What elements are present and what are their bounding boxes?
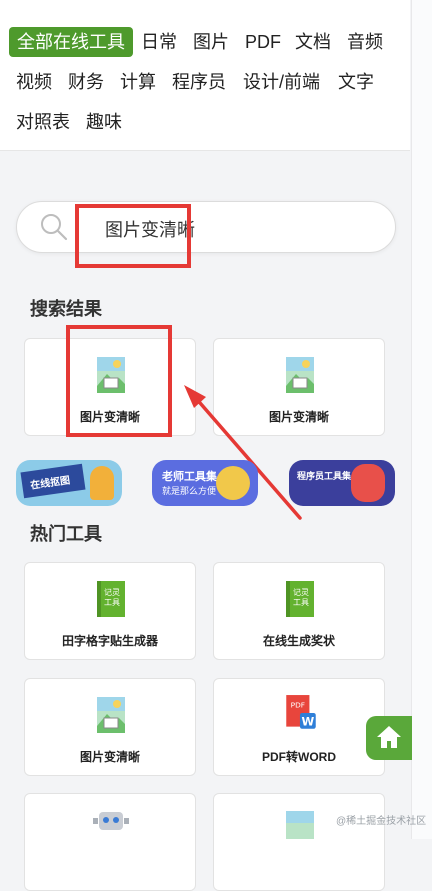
person-illustration-icon (90, 466, 114, 500)
pdf-word-icon: PDF W (286, 695, 316, 729)
home-icon (377, 726, 401, 748)
watermark: @稀土掘金技术社区 (336, 816, 427, 827)
banner-cutout[interactable]: 在线抠图 (16, 460, 122, 506)
svg-text:记灵: 记灵 (104, 588, 120, 597)
hot-card-label: PDF转WORD (262, 750, 336, 764)
image-file-icon (286, 811, 314, 839)
hot-card-label: 图片变清晰 (79, 750, 140, 764)
svg-text:PDF: PDF (291, 701, 305, 710)
robot-icon (93, 812, 129, 830)
svg-text:工具: 工具 (104, 598, 120, 607)
nav-item-daily[interactable]: 日常 (141, 30, 177, 54)
notebook-icon: 记灵 工具 (97, 581, 125, 617)
nav-item-image[interactable]: 图片 (193, 30, 229, 54)
hot-card-6[interactable] (213, 793, 385, 891)
nav-item-pdf[interactable]: PDF (245, 30, 281, 54)
svg-text:工具: 工具 (293, 598, 309, 607)
banner-teacher-subtitle: 就是那么方便 (162, 486, 217, 496)
home-button[interactable] (366, 716, 412, 760)
result-card-2[interactable]: 图片变清晰 (213, 338, 385, 436)
nav-item-audio[interactable]: 音频 (347, 30, 383, 54)
category-nav: 全部在线工具 日常 图片 PDF 文档 音频 视频 财务 计算 程序员 设计/前… (0, 0, 410, 151)
hot-card-label: 在线生成奖状 (262, 634, 335, 648)
nav-item-finance[interactable]: 财务 (68, 70, 104, 94)
hot-card-3[interactable]: 图片变清晰 (24, 678, 196, 776)
highlight-box-result (66, 325, 172, 437)
nav-item-fun[interactable]: 趣味 (86, 110, 122, 134)
svg-text:记灵: 记灵 (293, 588, 309, 597)
nav-item-calculate[interactable]: 计算 (120, 70, 156, 94)
highlight-box-search (75, 204, 191, 268)
svg-text:W: W (301, 715, 314, 729)
hot-card-2[interactable]: 记灵 工具 在线生成奖状 (213, 562, 385, 660)
nav-item-document[interactable]: 文档 (295, 30, 331, 54)
image-file-icon (286, 357, 314, 393)
nav-item-text[interactable]: 文字 (338, 70, 374, 94)
hot-card-4[interactable]: PDF W PDF转WORD (213, 678, 385, 776)
nav-item-programmer[interactable]: 程序员 (172, 70, 226, 94)
search-icon[interactable] (39, 212, 69, 242)
image-file-icon (97, 697, 125, 733)
search-box[interactable]: 图片变清晰 (16, 201, 396, 253)
result-card-label: 图片变清晰 (268, 410, 329, 424)
character-illustration-icon (351, 464, 385, 502)
nav-item-video[interactable]: 视频 (16, 70, 52, 94)
scrollbar-track[interactable] (411, 0, 432, 839)
hot-tools-title: 热门工具 (30, 524, 102, 544)
nav-item-all-tools[interactable]: 全部在线工具 (9, 27, 133, 57)
nav-item-design-frontend[interactable]: 设计/前端 (243, 70, 320, 94)
hot-card-5[interactable] (24, 793, 196, 891)
banner-teacher-tools[interactable]: 老师工具集 就是那么方便 (152, 460, 258, 506)
person-illustration-icon (216, 466, 250, 500)
hot-card-1[interactable]: 记灵 工具 田字格字贴生成器 (24, 562, 196, 660)
nav-item-comparison-table[interactable]: 对照表 (16, 110, 70, 134)
hot-card-label: 田字格字贴生成器 (61, 634, 158, 648)
banner-teacher-title: 老师工具集 (162, 471, 217, 483)
banner-programmer-tools[interactable]: 程序员工具集 (289, 460, 395, 506)
notebook-icon: 记灵 工具 (286, 581, 314, 617)
banner-programmer-text: 程序员工具集 (297, 471, 352, 481)
results-title: 搜索结果 (30, 299, 102, 319)
